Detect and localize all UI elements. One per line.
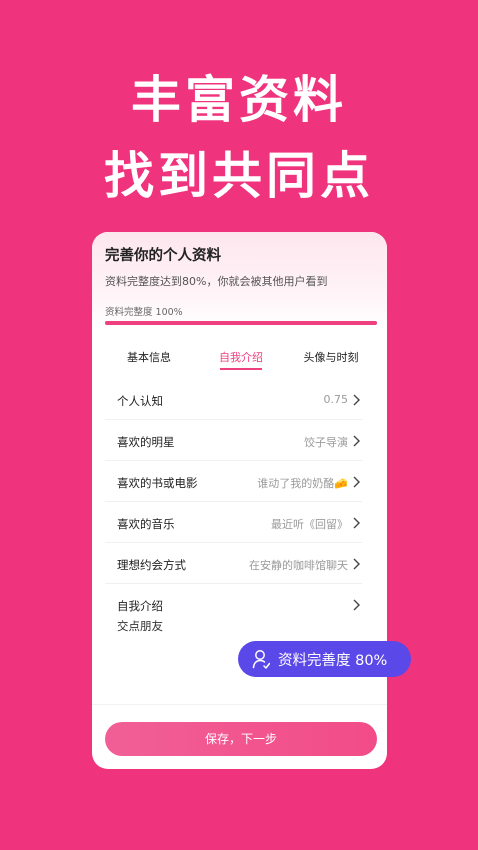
headline-line-1: 丰富资料 bbox=[131, 71, 347, 129]
row-value: 0.75 bbox=[323, 393, 349, 406]
row-value: 谁动了我的奶酪🧀 bbox=[257, 477, 348, 490]
row-label: 喜欢的音乐 bbox=[117, 517, 175, 531]
headline-line-2: 找到共同点 bbox=[104, 147, 374, 205]
tab-active-indicator bbox=[220, 368, 262, 370]
chevron-right-icon bbox=[353, 394, 360, 406]
row-label: 理想约会方式 bbox=[117, 558, 186, 572]
user-icon bbox=[252, 650, 270, 669]
row-favorite-star[interactable]: 喜欢的明星 饺子导演 bbox=[105, 421, 362, 461]
tab-bar: 基本信息 自我介绍 头像与时刻 bbox=[92, 344, 387, 374]
chevron-right-icon bbox=[353, 435, 360, 447]
card-header: 完善你的个人资料 资料完整度达到80%，你就会被其他用户看到 资料完整度 100… bbox=[92, 232, 387, 328]
row-value: 在安静的咖啡馆聊天 bbox=[249, 559, 348, 572]
row-label: 自我介绍 bbox=[117, 599, 163, 613]
progress-bar-fill bbox=[105, 321, 377, 325]
self-intro-text: 交点朋友 bbox=[117, 619, 163, 633]
progress-bar bbox=[105, 321, 377, 325]
tab-self-intro[interactable]: 自我介绍 bbox=[219, 349, 263, 365]
chevron-right-icon bbox=[353, 476, 360, 488]
divider bbox=[92, 704, 387, 705]
completeness-badge: 资料完善度 80% bbox=[238, 641, 411, 677]
row-value: 最近听《回留》 bbox=[271, 518, 348, 531]
chevron-right-icon bbox=[353, 599, 360, 611]
card-subtitle: 资料完整度达到80%，你就会被其他用户看到 bbox=[105, 275, 328, 288]
chevron-right-icon bbox=[353, 517, 360, 529]
card-title: 完善你的个人资料 bbox=[105, 248, 221, 264]
badge-text: 资料完善度 80% bbox=[278, 652, 388, 669]
chevron-right-icon bbox=[353, 558, 360, 570]
profile-card: 完善你的个人资料 资料完整度达到80%，你就会被其他用户看到 资料完整度 100… bbox=[92, 232, 387, 769]
row-ideal-date[interactable]: 理想约会方式 在安静的咖啡馆聊天 bbox=[105, 544, 362, 584]
row-label: 喜欢的明星 bbox=[117, 435, 175, 449]
row-favorite-book-movie[interactable]: 喜欢的书或电影 谁动了我的奶酪🧀 bbox=[105, 462, 362, 502]
row-value: 饺子导演 bbox=[304, 436, 348, 449]
tab-avatar-moments[interactable]: 头像与时刻 bbox=[304, 349, 359, 365]
row-label: 个人认知 bbox=[117, 394, 163, 408]
save-next-button[interactable]: 保存，下一步 bbox=[105, 722, 377, 756]
progress-label: 资料完整度 100% bbox=[105, 307, 183, 318]
tab-basic-info[interactable]: 基本信息 bbox=[127, 349, 171, 365]
row-favorite-music[interactable]: 喜欢的音乐 最近听《回留》 bbox=[105, 503, 362, 543]
row-label: 喜欢的书或电影 bbox=[117, 476, 198, 490]
row-self-awareness[interactable]: 个人认知 0.75 bbox=[105, 380, 362, 420]
